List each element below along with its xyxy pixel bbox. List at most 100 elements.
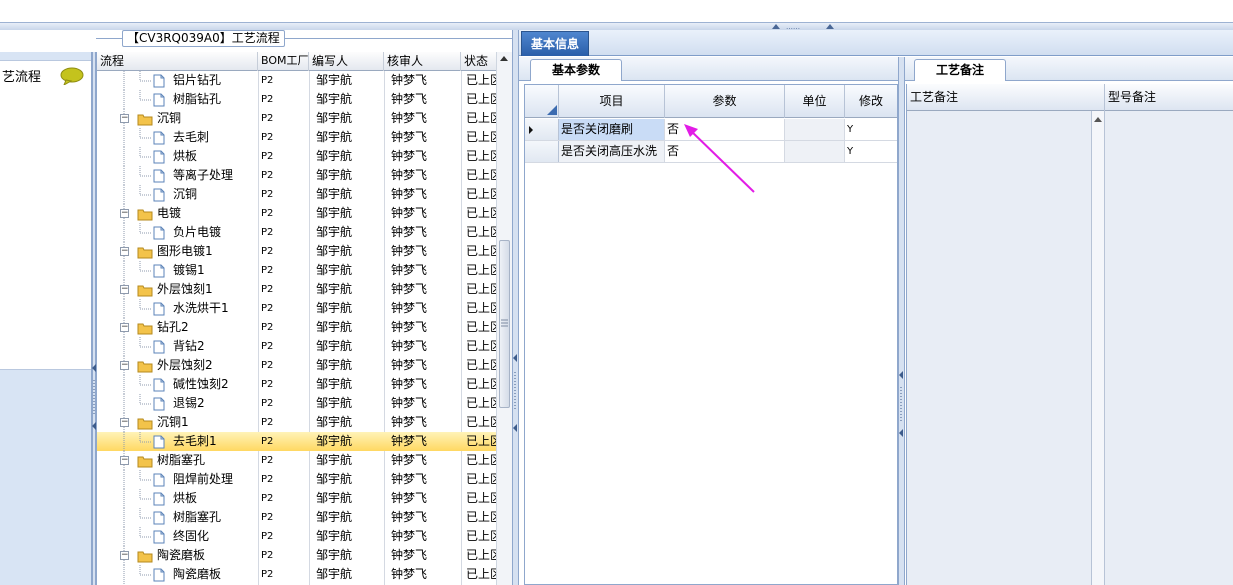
bom-cell[interactable]: P2 xyxy=(261,128,307,147)
tree-node-label[interactable]: 外层蚀刻2 xyxy=(157,356,257,375)
status-cell[interactable]: 已上区 xyxy=(466,261,497,280)
row-indicator[interactable] xyxy=(525,141,559,162)
bom-cell[interactable]: P2 xyxy=(261,71,307,90)
param-row[interactable]: 是否关闭高压水洗 否 Y xyxy=(525,141,897,163)
checker-cell[interactable]: 钟梦飞 xyxy=(391,71,459,90)
checker-cell[interactable]: 钟梦飞 xyxy=(391,470,459,489)
writer-cell[interactable]: 邹宇航 xyxy=(316,527,382,546)
checker-cell[interactable]: 钟梦飞 xyxy=(391,356,459,375)
col-header-bom[interactable]: BOM工厂 xyxy=(258,52,309,71)
middle-splitter[interactable] xyxy=(512,30,519,585)
tree-row[interactable]: 烘板P2 邹宇航钟梦飞已上区 xyxy=(97,489,497,508)
bom-cell[interactable]: P2 xyxy=(261,261,307,280)
tree-node-label[interactable]: 镀锡1 xyxy=(173,261,257,280)
bom-cell[interactable]: P2 xyxy=(261,185,307,204)
status-cell[interactable]: 已上区 xyxy=(466,318,497,337)
writer-cell[interactable]: 邹宇航 xyxy=(316,375,382,394)
tree-node-label[interactable]: 背钻2 xyxy=(173,337,257,356)
status-cell[interactable]: 已上区 xyxy=(466,375,497,394)
tree-node-label[interactable]: 铝片钻孔 xyxy=(173,71,257,90)
bom-cell[interactable]: P2 xyxy=(261,90,307,109)
writer-cell[interactable]: 邹宇航 xyxy=(316,147,382,166)
tree-node-label[interactable]: 烘板 xyxy=(173,147,257,166)
bom-cell[interactable]: P2 xyxy=(261,432,307,451)
writer-cell[interactable]: 邹宇航 xyxy=(316,565,382,584)
checker-cell[interactable]: 钟梦飞 xyxy=(391,337,459,356)
tree-row[interactable]: 去毛刺P2 邹宇航钟梦飞已上区 xyxy=(97,128,497,147)
col-header-flow[interactable]: 流程 xyxy=(97,52,258,71)
checker-cell[interactable]: 钟梦飞 xyxy=(391,166,459,185)
basic-params-grid[interactable]: 项目 参数 单位 修改 是否关闭磨刷 否 Y 是否关闭高压水洗 否 Y xyxy=(524,84,898,585)
tree-row[interactable]: 铝片钻孔P2 邹宇航钟梦飞已上区 xyxy=(97,71,497,90)
param-unit-cell[interactable] xyxy=(785,119,845,140)
tree-node-label[interactable]: 退锡2 xyxy=(173,394,257,413)
tree-vertical-scrollbar[interactable] xyxy=(496,52,512,585)
status-cell[interactable]: 已上区 xyxy=(466,280,497,299)
tree-node-label[interactable]: 阻焊前处理 xyxy=(173,470,257,489)
param-item-cell[interactable]: 是否关闭磨刷 xyxy=(559,119,665,140)
bom-cell[interactable]: P2 xyxy=(261,109,307,128)
tree-row[interactable]: 沉铜P2 邹宇航钟梦飞已上区 xyxy=(97,185,497,204)
col-header-writer[interactable]: 编写人 xyxy=(309,52,384,71)
col-header-checker[interactable]: 核审人 xyxy=(384,52,461,71)
scroll-thumb[interactable] xyxy=(499,240,510,408)
writer-cell[interactable]: 邹宇航 xyxy=(316,299,382,318)
checker-cell[interactable]: 钟梦飞 xyxy=(391,546,459,565)
status-cell[interactable]: 已上区 xyxy=(466,356,497,375)
writer-cell[interactable]: 邹宇航 xyxy=(316,109,382,128)
bom-cell[interactable]: P2 xyxy=(261,242,307,261)
writer-cell[interactable]: 邹宇航 xyxy=(316,451,382,470)
writer-cell[interactable]: 邹宇航 xyxy=(316,166,382,185)
tree-node-label[interactable]: 去毛刺1 xyxy=(173,432,257,451)
status-cell[interactable]: 已上区 xyxy=(466,147,497,166)
tree-row[interactable]: − 钻孔2P2 邹宇航钟梦飞已上区 xyxy=(97,318,497,337)
writer-cell[interactable]: 邹宇航 xyxy=(316,128,382,147)
checker-cell[interactable]: 钟梦飞 xyxy=(391,90,459,109)
status-cell[interactable]: 已上区 xyxy=(466,470,497,489)
tree-node-label[interactable]: 图形电镀1 xyxy=(157,242,257,261)
status-cell[interactable]: 已上区 xyxy=(466,546,497,565)
checker-cell[interactable]: 钟梦飞 xyxy=(391,128,459,147)
checker-cell[interactable]: 钟梦飞 xyxy=(391,489,459,508)
status-cell[interactable]: 已上区 xyxy=(466,204,497,223)
bom-cell[interactable]: P2 xyxy=(261,546,307,565)
checker-cell[interactable]: 钟梦飞 xyxy=(391,185,459,204)
status-cell[interactable]: 已上区 xyxy=(466,242,497,261)
status-cell[interactable]: 已上区 xyxy=(466,223,497,242)
param-modify-cell[interactable]: Y xyxy=(845,141,897,162)
scroll-up-arrow-icon[interactable] xyxy=(500,56,508,61)
tree-node-label[interactable]: 去毛刺 xyxy=(173,128,257,147)
param-modify-cell[interactable]: Y xyxy=(845,119,897,140)
tree-node-label[interactable]: 碱性蚀刻2 xyxy=(173,375,257,394)
tree-row[interactable]: − 树脂塞孔P2 邹宇航钟梦飞已上区 xyxy=(97,451,497,470)
status-cell[interactable]: 已上区 xyxy=(466,90,497,109)
status-cell[interactable]: 已上区 xyxy=(466,71,497,90)
tab-basic-params[interactable]: 基本参数 xyxy=(530,59,622,81)
tree-node-label[interactable]: 沉铜 xyxy=(173,185,257,204)
row-indicator[interactable] xyxy=(525,119,559,140)
tree-node-label[interactable]: 树脂塞孔 xyxy=(173,508,257,527)
writer-cell[interactable]: 邹宇航 xyxy=(316,508,382,527)
process-notes-grid[interactable]: 工艺备注 型号备注 xyxy=(906,84,1233,585)
tree-node-label[interactable]: 树脂塞孔 xyxy=(157,451,257,470)
param-unit-cell[interactable] xyxy=(785,141,845,162)
checker-cell[interactable]: 钟梦飞 xyxy=(391,147,459,166)
tree-node-label[interactable]: 沉铜 xyxy=(157,109,257,128)
tree-row[interactable]: 树脂塞孔P2 邹宇航钟梦飞已上区 xyxy=(97,508,497,527)
collapse-toggle-icon[interactable]: − xyxy=(120,418,129,427)
status-cell[interactable]: 已上区 xyxy=(466,508,497,527)
tree-row[interactable]: 烘板P2 邹宇航钟梦飞已上区 xyxy=(97,147,497,166)
tree-node-label[interactable]: 陶瓷磨板 xyxy=(173,565,257,584)
tree-row[interactable]: 陶瓷磨板P2 邹宇航钟梦飞已上区 xyxy=(97,565,497,584)
writer-cell[interactable]: 邹宇航 xyxy=(316,489,382,508)
status-cell[interactable]: 已上区 xyxy=(466,128,497,147)
tree-row[interactable]: 树脂钻孔P2 邹宇航钟梦飞已上区 xyxy=(97,90,497,109)
tree-node-label[interactable]: 终固化 xyxy=(173,527,257,546)
tree-node-label[interactable]: 水洗烘干1 xyxy=(173,299,257,318)
bom-cell[interactable]: P2 xyxy=(261,394,307,413)
collapse-toggle-icon[interactable]: − xyxy=(120,456,129,465)
checker-cell[interactable]: 钟梦飞 xyxy=(391,413,459,432)
checker-cell[interactable]: 钟梦飞 xyxy=(391,394,459,413)
checker-cell[interactable]: 钟梦飞 xyxy=(391,261,459,280)
col-header-param[interactable]: 参数 xyxy=(665,85,785,118)
